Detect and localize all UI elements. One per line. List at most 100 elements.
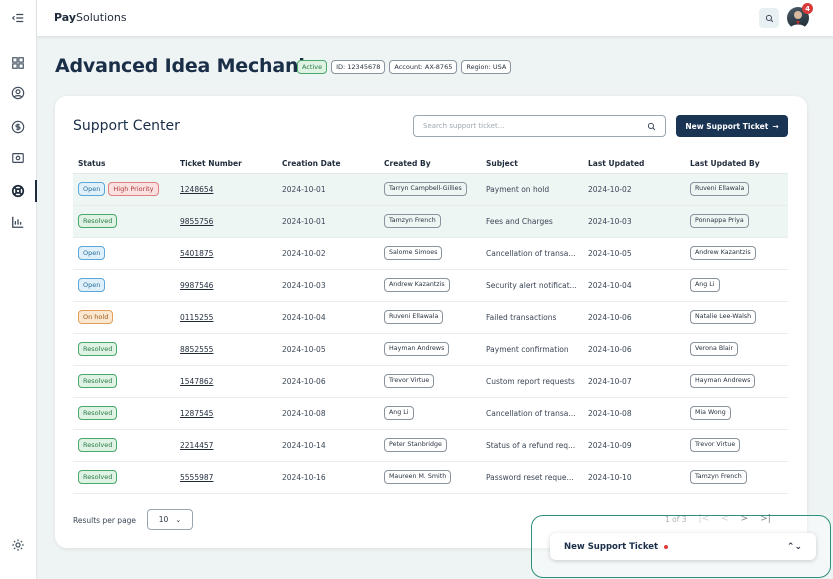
last-updated-date-cell: 2024-10-05	[583, 237, 685, 270]
creation-date-cell: 2024-10-04	[277, 301, 379, 334]
column-header-creation-date[interactable]: Creation Date	[277, 154, 379, 174]
creation-date: 2024-10-01	[282, 184, 326, 194]
subject-text-cell: Cancellation of transa...	[481, 397, 583, 430]
table-row[interactable]: Resolved 1547862 2024-10-06 Trevor Virtue Cu…	[73, 365, 788, 398]
status-cell: Resolved	[73, 397, 175, 430]
table-row[interactable]: Resolved 2214457 2024-10-14 Peter Stanbridg…	[73, 429, 788, 462]
status-cell: Resolved	[73, 429, 175, 462]
expand-collapse-icon[interactable]: ⌃⌄	[787, 542, 802, 552]
dashboard-icon[interactable]	[9, 54, 27, 72]
creation-date-cell: 2024-10-14	[277, 429, 379, 462]
settings-icon[interactable]	[9, 536, 27, 554]
creation-date-cell: 2024-10-02	[277, 237, 379, 270]
subject-text-cell: Custom report requests	[481, 365, 583, 398]
status-cell: Resolved	[73, 205, 175, 238]
creation-date: 2024-10-14	[282, 440, 326, 450]
dollar-icon[interactable]	[9, 118, 27, 136]
new-ticket-label: New Support Ticket	[685, 121, 769, 131]
status-badge: Resolved	[78, 342, 118, 356]
global-search-button[interactable]	[759, 8, 779, 28]
ticket-search-input[interactable]: Search support ticket...	[413, 115, 666, 137]
last-updated-by-chip: Trevor Virtue	[690, 438, 741, 452]
user-icon[interactable]	[9, 84, 27, 102]
ticket-number-link[interactable]: 8852555	[180, 345, 213, 354]
region-chip: Region: USA	[461, 60, 512, 74]
avatar[interactable]: 4	[787, 3, 813, 29]
new-ticket-toast[interactable]: New Support Ticket ⌃⌄	[550, 533, 816, 560]
status-badge: Open	[78, 278, 106, 292]
status-badge: Resolved	[78, 438, 118, 452]
status-cell: Resolved	[73, 333, 175, 366]
unsaved-dot	[664, 544, 669, 549]
ticket-number-link[interactable]: 9855756	[180, 217, 213, 226]
status-badge: Open	[78, 246, 106, 260]
created-by-chip: Peter Stanbridge	[384, 438, 447, 452]
table-row[interactable]: Resolved 9855756 2024-10-01 Tamzyn French Fe…	[73, 205, 788, 238]
ticket-number-link[interactable]: 9987546	[180, 281, 213, 290]
ticket-number-link[interactable]: 2214457	[180, 441, 213, 450]
ticket-number-link[interactable]: 0115255	[180, 313, 213, 322]
column-header-created-by[interactable]: Created By	[379, 154, 481, 174]
last-updated-by-chip: Ang Li	[690, 278, 720, 292]
menu-collapse-icon[interactable]	[9, 9, 27, 27]
table-row[interactable]: Open 9987546 2024-10-03 Andrew Kazantzis Sec…	[73, 269, 788, 302]
subject-text-cell: Failed transactions	[481, 301, 583, 334]
created-by-chip-cell: Peter Stanbridge	[379, 429, 481, 462]
ticket-number-link[interactable]: 5401875	[180, 249, 213, 258]
status-badge: On hold	[78, 310, 114, 324]
creation-date: 2024-10-16	[282, 472, 326, 482]
creation-date: 2024-10-01	[282, 216, 326, 226]
new-support-ticket-button[interactable]: New Support Ticket →	[676, 115, 788, 137]
table-row[interactable]: On hold 0115255 2024-10-04 Ruveni Ellawala F…	[73, 301, 788, 334]
status-cell: Open High Priority	[73, 173, 175, 206]
last-updated-by-chip: Ruveni Ellawala	[690, 182, 750, 196]
created-by-chip: Ruveni Ellawala	[384, 310, 444, 324]
brand-logo[interactable]: PaySolutions	[54, 11, 127, 24]
creation-date-cell: 2024-10-08	[277, 397, 379, 430]
column-header-status[interactable]: Status	[73, 154, 175, 174]
table-row[interactable]: Resolved 5555987 2024-10-16 Maureen M. Smit…	[73, 461, 788, 494]
creation-date-cell: 2024-10-16	[277, 461, 379, 494]
creation-date: 2024-10-06	[282, 376, 326, 386]
table-row[interactable]: Resolved 1287545 2024-10-08 Ang Li Cancellat…	[73, 397, 788, 430]
chart-icon[interactable]	[9, 213, 27, 231]
results-per-page-value: 10	[158, 515, 169, 524]
creation-date: 2024-10-05	[282, 344, 326, 354]
created-by-chip: Trevor Virtue	[384, 374, 435, 388]
ticket-number-link[interactable]: 5555987	[180, 473, 213, 482]
last-updated-by-chip: Andrew Kazantzis	[690, 246, 756, 260]
table-row[interactable]: Resolved 8852555 2024-10-05 Hayman Andrews P…	[73, 333, 788, 366]
table-row[interactable]: Open 5401875 2024-10-02 Salome Simoes Cancel…	[73, 237, 788, 270]
subject-text-cell: Cancellation of transa...	[481, 237, 583, 270]
creation-date: 2024-10-08	[282, 408, 326, 418]
column-header-last-updated-by[interactable]: Last Updated By	[685, 154, 788, 174]
ticket-number-link-cell: 5555987	[175, 461, 277, 494]
status-badge: Resolved	[78, 406, 118, 420]
ledger-icon[interactable]	[9, 149, 27, 167]
created-by-chip-cell: Ruveni Ellawala	[379, 301, 481, 334]
status-badge: Active	[297, 60, 328, 74]
ticket-number-link[interactable]: 1287545	[180, 409, 213, 418]
column-header-last-updated[interactable]: Last Updated	[583, 154, 685, 174]
subject-text: Payment on hold	[486, 184, 550, 194]
subject-text: Cancellation of transa...	[486, 408, 576, 418]
subject-text-cell: Payment on hold	[481, 173, 583, 206]
ticket-number-link-cell: 1287545	[175, 397, 277, 430]
last-updated-date: 2024-10-10	[588, 472, 632, 482]
column-header-ticket-number[interactable]: Ticket Number	[175, 154, 277, 174]
created-by-chip-cell: Andrew Kazantzis	[379, 269, 481, 302]
ticket-number-link[interactable]: 1547862	[180, 377, 213, 386]
column-header-subject[interactable]: Subject	[481, 154, 583, 174]
status-badge: Open	[78, 182, 106, 196]
subject-text: Cancellation of transa...	[486, 248, 576, 258]
last-updated-by-chip-cell: Ang Li	[685, 269, 788, 302]
creation-date-cell: 2024-10-01	[277, 173, 379, 206]
last-updated-date-cell: 2024-10-07	[583, 365, 685, 398]
results-per-page-select[interactable]: 10 ⌄	[147, 509, 193, 530]
last-updated-date: 2024-10-05	[588, 248, 632, 258]
created-by-chip-cell: Maureen M. Smith	[379, 461, 481, 494]
notification-badge: 4	[802, 3, 813, 14]
table-row[interactable]: Open High Priority 1248654 2024-10-01 Tarryn…	[73, 173, 788, 206]
ticket-number-link[interactable]: 1248654	[180, 185, 213, 194]
support-icon[interactable]	[9, 182, 27, 200]
